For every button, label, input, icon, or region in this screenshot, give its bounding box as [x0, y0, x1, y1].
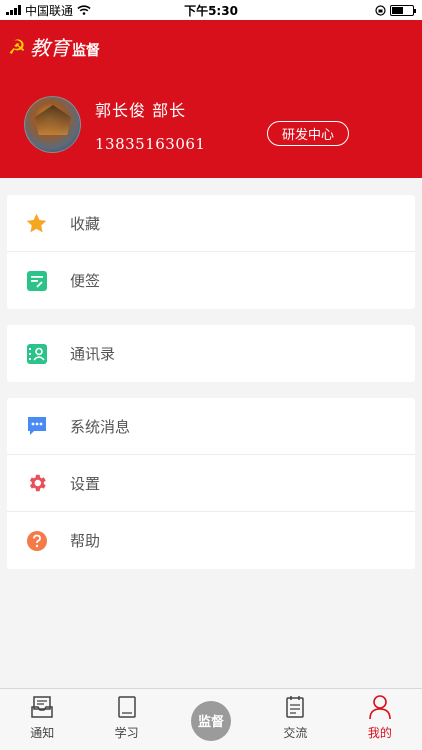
menu-label: 通讯录: [70, 345, 116, 363]
tab-label: 交流: [283, 726, 308, 740]
tab-label: 我的: [367, 726, 392, 740]
book-icon: [116, 693, 138, 721]
user-name-title: 郭长俊 部长: [95, 100, 187, 120]
carrier-label: 中国联通: [25, 3, 74, 18]
menu-item-system-messages[interactable]: 系统消息: [7, 398, 415, 455]
tab-mine[interactable]: 我的: [338, 689, 422, 750]
note-icon: [25, 269, 48, 292]
menu-label: 系统消息: [70, 417, 131, 436]
menu-item-notes[interactable]: 便签: [7, 252, 415, 309]
menu-item-favorites[interactable]: 收藏: [7, 195, 415, 252]
gear-icon: [25, 472, 48, 495]
party-emblem-icon: ☭: [8, 34, 26, 59]
tab-notifications[interactable]: 通知: [0, 689, 84, 750]
menu-label: 收藏: [70, 214, 101, 233]
help-icon: [25, 529, 48, 552]
menu-group-2: 通讯录: [7, 325, 415, 382]
user-profile[interactable]: 郭长俊 部长 13835163061: [24, 96, 205, 153]
profile-info: 郭长俊 部长 13835163061: [95, 97, 205, 153]
tab-communication[interactable]: 交流: [253, 689, 337, 750]
status-left: 中国联通: [6, 2, 91, 19]
battery-icon: [390, 4, 416, 16]
profile-header: ☭ 教育 监督 郭长俊 部长 13835163061 研发中心: [0, 20, 422, 178]
tab-supervision[interactable]: 监督: [169, 689, 253, 750]
menu-item-help[interactable]: 帮助: [7, 512, 415, 569]
tab-label: 通知: [30, 726, 55, 740]
user-phone: 13835163061: [95, 134, 206, 153]
user-icon: [368, 693, 392, 721]
orientation-lock-icon: [375, 4, 386, 16]
status-right: [375, 4, 416, 16]
menu-label: 便签: [70, 272, 101, 290]
logo-text: 监督: [71, 42, 100, 59]
app-logo: ☭ 教育 监督: [0, 20, 422, 61]
bottom-tab-bar: 通知 学习 监督 交流 我的: [0, 688, 422, 750]
status-time: 下午5:30: [184, 3, 238, 18]
contacts-icon: [25, 342, 48, 365]
logo-script-text: 教育: [29, 36, 70, 60]
menu-item-contacts[interactable]: 通讯录: [7, 325, 415, 382]
status-bar: 中国联通 下午5:30: [0, 0, 422, 20]
center-supervision-button[interactable]: 监督: [191, 700, 232, 741]
menu-group-1: 收藏 便签: [7, 195, 415, 309]
tab-study[interactable]: 学习: [84, 689, 168, 750]
department-button[interactable]: 研发中心: [267, 121, 349, 146]
tab-label: 学习: [114, 726, 139, 740]
message-icon: [25, 415, 48, 438]
clipboard-icon: [284, 693, 306, 721]
star-icon: [25, 212, 48, 235]
wifi-icon: [77, 5, 91, 15]
inbox-icon: [30, 693, 54, 721]
signal-icon: [6, 5, 21, 15]
menu-label: 帮助: [70, 532, 101, 550]
avatar[interactable]: [24, 96, 81, 153]
menu-group-3: 系统消息 设置 帮助: [7, 398, 415, 569]
menu-label: 设置: [70, 474, 101, 493]
menu-item-settings[interactable]: 设置: [7, 455, 415, 512]
